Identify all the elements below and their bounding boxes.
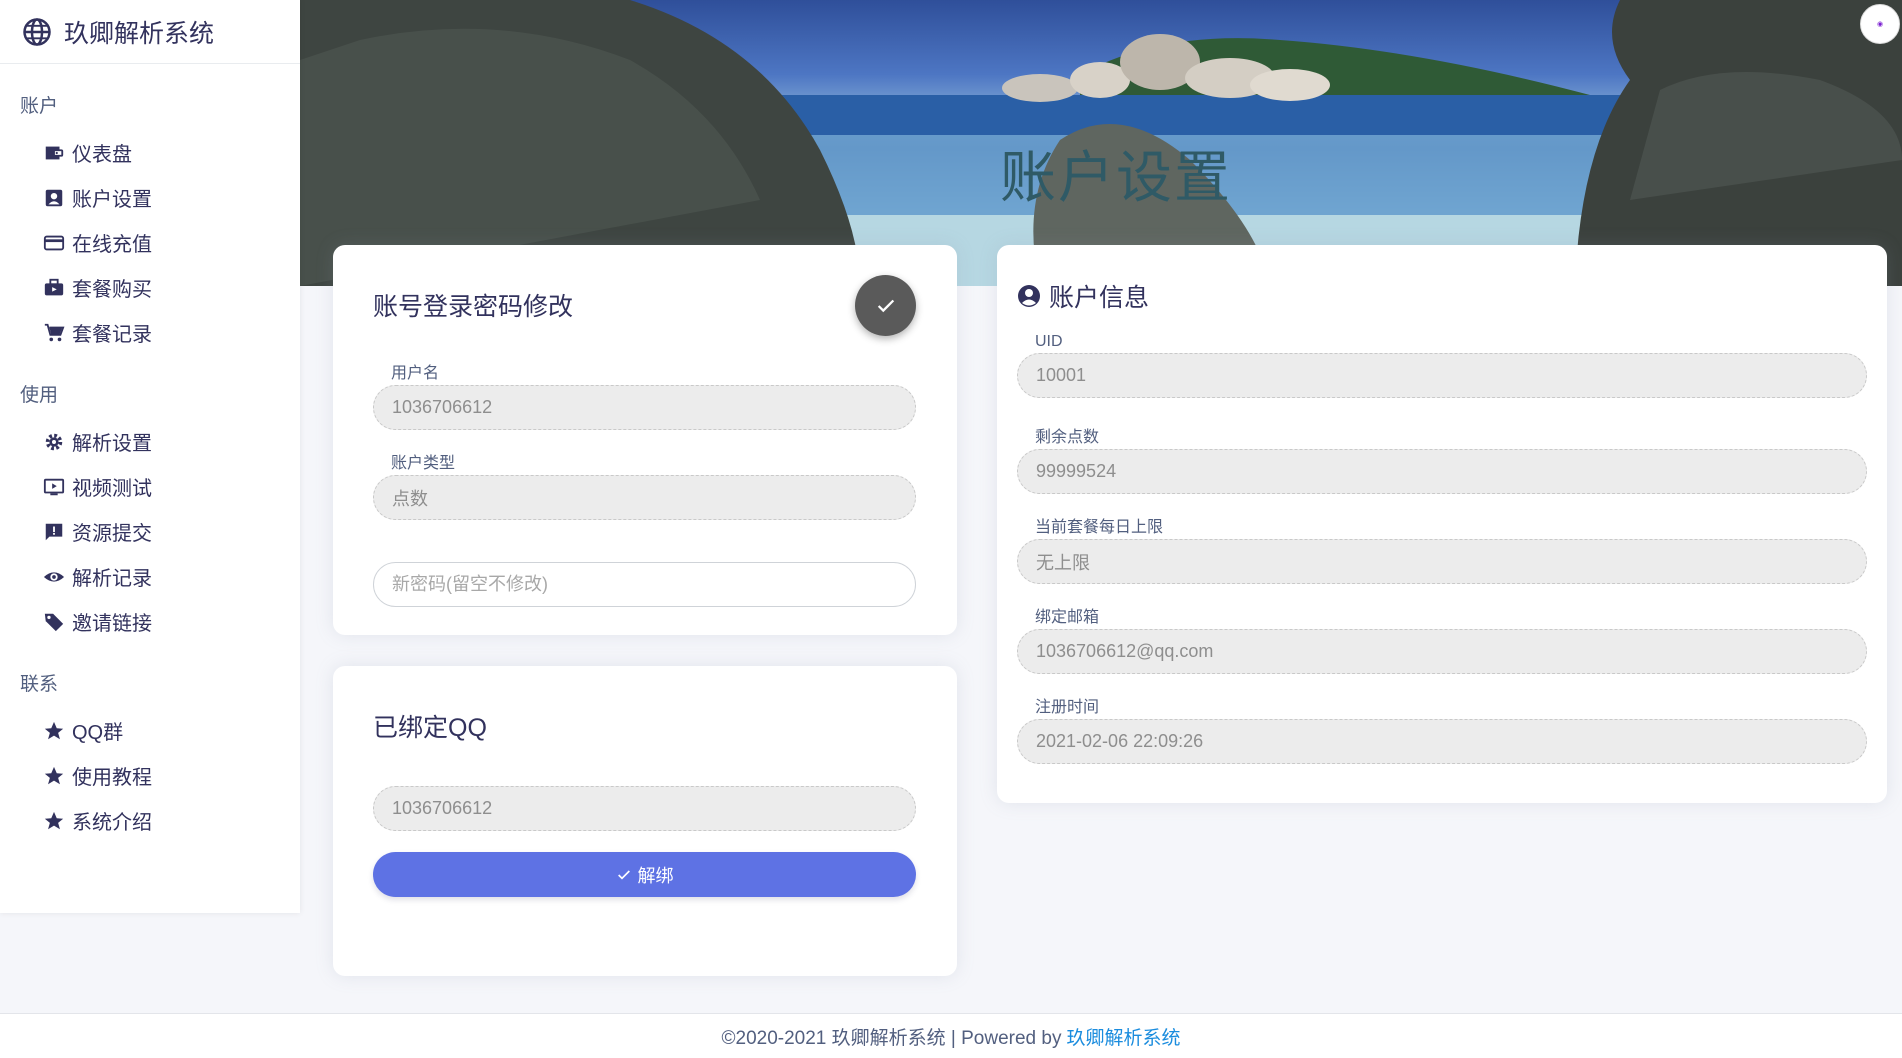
footer-copyright: ©2020-2021 玖卿解析系统 | Powered by [721, 1027, 1062, 1049]
avatar[interactable]: ◉ [1860, 4, 1900, 44]
email-label: 绑定邮箱 [1035, 609, 1100, 626]
gear-icon [42, 430, 66, 454]
nav-heading-account: 账户 [20, 95, 59, 117]
sidebar-item-label: 解析设置 [72, 433, 152, 455]
brand[interactable]: 玖卿解析系统 [0, 0, 300, 64]
nav-heading-usage: 使用 [20, 384, 59, 406]
sidebar-item-label: 仪表盘 [72, 144, 132, 166]
sidebar-item-parse-settings[interactable]: 解析设置 [0, 419, 300, 464]
password-card: 账号登录密码修改 用户名 1036706612 账户类型 点数 [333, 245, 957, 635]
sidebar-item-label: 套餐购买 [72, 279, 152, 301]
sidebar-item-label: 解析记录 [72, 568, 152, 590]
wallet-icon [42, 141, 66, 165]
qq-field: 1036706612 [373, 786, 916, 831]
sidebar-item-label: 资源提交 [72, 523, 152, 545]
feedback-icon [42, 520, 66, 544]
user-circle-icon [1018, 285, 1040, 307]
username-field: 1036706612 [373, 385, 916, 430]
sidebar-item-label: 在线充值 [72, 234, 152, 256]
play-icon [42, 475, 66, 499]
star-icon [42, 809, 66, 833]
sidebar-item-tutorial[interactable]: 使用教程 [0, 753, 300, 798]
sidebar-item-video-test[interactable]: 视频测试 [0, 464, 300, 509]
remaining-points-label: 剩余点数 [1035, 429, 1100, 446]
eye-icon [42, 565, 66, 589]
unbind-button[interactable]: 解绑 [373, 852, 916, 897]
unbind-label: 解绑 [637, 865, 674, 886]
brand-name: 玖卿解析系统 [64, 19, 215, 48]
remaining-points-value: 99999524 [1036, 461, 1117, 481]
sidebar-item-label: 使用教程 [72, 767, 152, 789]
check-icon [877, 299, 894, 312]
qq-card: 已绑定QQ 1036706612 解绑 [333, 666, 957, 976]
save-password-button[interactable] [855, 275, 916, 336]
tag-icon [42, 610, 66, 634]
qq-card-title: 已绑定QQ [373, 714, 487, 742]
qq-value: 1036706612 [392, 798, 493, 818]
briefcase-icon [42, 276, 66, 300]
star-icon [42, 719, 66, 743]
page-title: 账户设置 [1000, 146, 1232, 211]
sidebar-item-system-intro[interactable]: 系统介绍 [0, 798, 300, 843]
sidebar-item-qq-group[interactable]: QQ群 [0, 708, 300, 753]
sidebar-item-buy-plan[interactable]: 套餐购买 [0, 265, 300, 310]
check-icon [617, 869, 630, 880]
sidebar-item-parse-records[interactable]: 解析记录 [0, 554, 300, 599]
account-info-card: 账户信息 UID 10001 剩余点数 99999524 当前套餐每日上限 无上… [997, 245, 1887, 803]
star-icon [42, 764, 66, 788]
sidebar-item-label: 账户设置 [72, 189, 152, 211]
globe-icon [23, 17, 51, 46]
remaining-points-field: 99999524 [1017, 449, 1867, 494]
username-label: 用户名 [391, 365, 440, 382]
nav-heading-contact: 联系 [20, 673, 59, 695]
account-type-label: 账户类型 [391, 455, 456, 472]
sidebar-item-account-settings[interactable]: 账户设置 [0, 175, 300, 220]
account-info-title: 账户信息 [1049, 284, 1150, 312]
account-box-icon [42, 186, 66, 210]
new-password-input[interactable] [392, 574, 915, 595]
sidebar-item-dashboard[interactable]: 仪表盘 [0, 130, 300, 175]
hero-banner: 账户设置 ◉ [300, 0, 1902, 286]
cart-icon [42, 321, 66, 345]
sidebar-item-label: QQ群 [72, 722, 124, 744]
account-type-field: 点数 [373, 475, 916, 520]
register-time-value: 2021-02-06 22:09:26 [1036, 731, 1204, 751]
daily-limit-label: 当前套餐每日上限 [1035, 519, 1164, 536]
sidebar-item-label: 套餐记录 [72, 324, 152, 346]
email-field: 1036706612@qq.com [1017, 629, 1867, 674]
uid-field: 10001 [1017, 353, 1867, 398]
footer-link[interactable]: 玖卿解析系统 [1066, 1023, 1180, 1050]
sidebar-item-resource-submit[interactable]: 资源提交 [0, 509, 300, 554]
credit-card-icon [42, 231, 66, 255]
daily-limit-value: 无上限 [1036, 552, 1090, 573]
password-card-title: 账号登录密码修改 [373, 293, 574, 321]
new-password-field[interactable] [373, 562, 916, 607]
account-type-value: 点数 [392, 488, 428, 509]
uid-label: UID [1035, 333, 1063, 350]
sidebar-item-recharge[interactable]: 在线充值 [0, 220, 300, 265]
footer: ©2020-2021 玖卿解析系统 | Powered by 玖卿解析系统 [0, 1013, 1902, 1058]
sidebar: 玖卿解析系统 账户 仪表盘 账户设置 在线充值 套餐购买 套餐记录 使用 解析设… [0, 0, 300, 913]
username-value: 1036706612 [392, 397, 493, 417]
uid-value: 10001 [1036, 365, 1087, 385]
sidebar-item-invite-link[interactable]: 邀请链接 [0, 599, 300, 644]
email-value: 1036706612@qq.com [1036, 641, 1214, 661]
daily-limit-field: 无上限 [1017, 539, 1867, 584]
sidebar-item-label: 视频测试 [72, 478, 152, 500]
register-time-field: 2021-02-06 22:09:26 [1017, 719, 1867, 764]
sidebar-item-label: 系统介绍 [72, 812, 152, 834]
sidebar-item-plan-records[interactable]: 套餐记录 [0, 310, 300, 355]
sidebar-item-label: 邀请链接 [72, 613, 152, 635]
register-time-label: 注册时间 [1035, 699, 1100, 716]
